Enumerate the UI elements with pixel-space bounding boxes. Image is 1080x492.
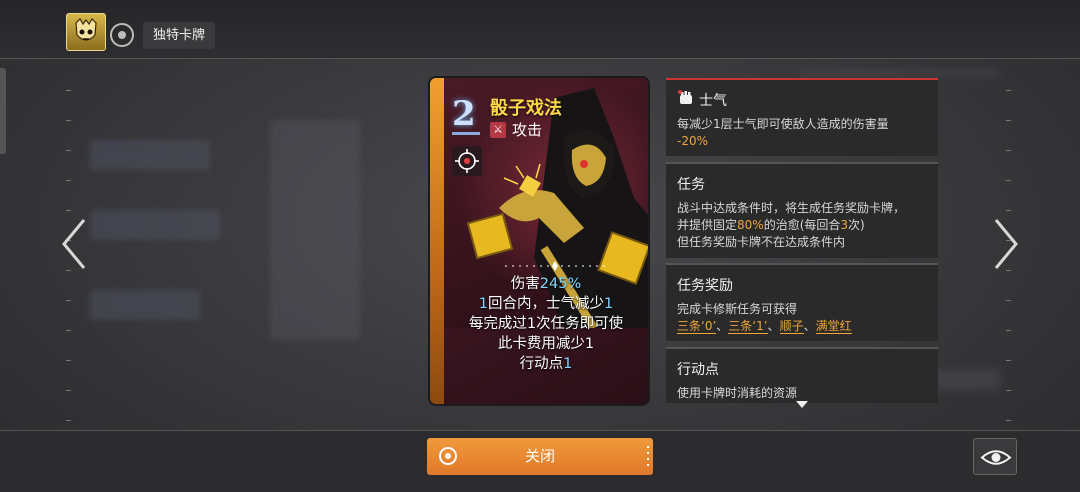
mission-line-1: 战斗中达成条件时，将生成任务奖励卡牌， bbox=[677, 201, 906, 215]
view-toggle-button[interactable] bbox=[973, 438, 1017, 475]
eye-icon bbox=[980, 450, 1012, 465]
close-button[interactable]: 关闭 bbox=[427, 438, 653, 475]
reward-link-three-one[interactable]: 三条‘1’ bbox=[728, 319, 768, 334]
reward-title: 任务奖励 bbox=[677, 278, 733, 294]
close-circle-icon bbox=[439, 447, 457, 465]
previous-arrow-icon[interactable] bbox=[60, 218, 88, 270]
card-frame-edge bbox=[430, 78, 444, 404]
desc-line-2: 1回合内，士气减少1 bbox=[478, 296, 614, 312]
fist-icon bbox=[678, 90, 692, 104]
reward-link-full-house[interactable]: 满堂红 bbox=[815, 319, 852, 334]
card-description: 伤害245% 1回合内，士气减少1 每完成过1次任务即可使 此卡费用减少1 行动… bbox=[444, 274, 648, 404]
morale-value: -20% bbox=[677, 134, 709, 148]
card-type-label: 攻击 bbox=[512, 121, 543, 139]
morale-title: 士气 bbox=[699, 93, 727, 109]
target-toggle-button[interactable] bbox=[110, 23, 134, 47]
next-arrow-icon[interactable] bbox=[992, 218, 1020, 270]
skull-mask-icon bbox=[75, 18, 97, 41]
keyword-mission: 任务 战斗中达成条件时，将生成任务奖励卡牌， 并提供固定80%的治愈(每回合3次… bbox=[666, 162, 938, 258]
blurred-background-list bbox=[70, 70, 380, 420]
cost-underline bbox=[452, 132, 480, 135]
action-title: 行动点 bbox=[677, 362, 719, 378]
skill-card[interactable]: 2 骰子戏法 ⚔ 攻击 伤害245% 1回合内，士气减少1 每完成过1次任务即可… bbox=[428, 76, 650, 406]
character-avatar[interactable] bbox=[66, 13, 106, 51]
reward-link-straight[interactable]: 顺子 bbox=[779, 319, 804, 334]
sparkle-divider bbox=[505, 261, 605, 271]
button-dots-decoration bbox=[647, 446, 649, 466]
mission-line-3: 但任务奖励卡牌不在达成条件内 bbox=[677, 235, 846, 249]
card-cost: 2 bbox=[452, 94, 476, 134]
mission-title: 任务 bbox=[677, 177, 705, 193]
card-title: 骰子戏法 bbox=[490, 98, 562, 119]
morale-text: 每减少1层士气即可使敌人造成的伤害量 bbox=[677, 117, 889, 131]
desc-line-3: 每完成过1次任务即可使 bbox=[468, 316, 624, 332]
unique-card-tag: 独特卡牌 bbox=[143, 22, 216, 49]
keyword-action-point: 行动点 使用卡牌时消耗的资源 bbox=[666, 347, 938, 403]
close-label: 关闭 bbox=[524, 447, 555, 465]
crosshair-icon bbox=[452, 146, 482, 176]
reward-line-1: 完成卡修斯任务可获得 bbox=[677, 302, 798, 316]
reward-link-three-zero[interactable]: 三条‘0’ bbox=[677, 319, 717, 334]
crossed-swords-icon: ⚔ bbox=[490, 122, 506, 138]
scroll-down-icon[interactable] bbox=[796, 401, 808, 408]
keyword-morale: 士气 每减少1层士气即可使敌人造成的伤害量 -20% bbox=[666, 78, 938, 156]
desc-line-5: 行动点1 bbox=[519, 356, 573, 372]
top-bar: 独特卡牌 bbox=[0, 0, 1080, 59]
action-text: 使用卡牌时消耗的资源 bbox=[677, 386, 798, 400]
keyword-mission-reward: 任务奖励 完成卡修斯任务可获得 三条‘0’、三条‘1’、顺子、满堂红 bbox=[666, 263, 938, 341]
desc-line-1: 伤害245% bbox=[510, 276, 582, 292]
left-edge-handle bbox=[0, 68, 6, 154]
desc-line-4: 此卡费用减少1 bbox=[497, 336, 595, 352]
